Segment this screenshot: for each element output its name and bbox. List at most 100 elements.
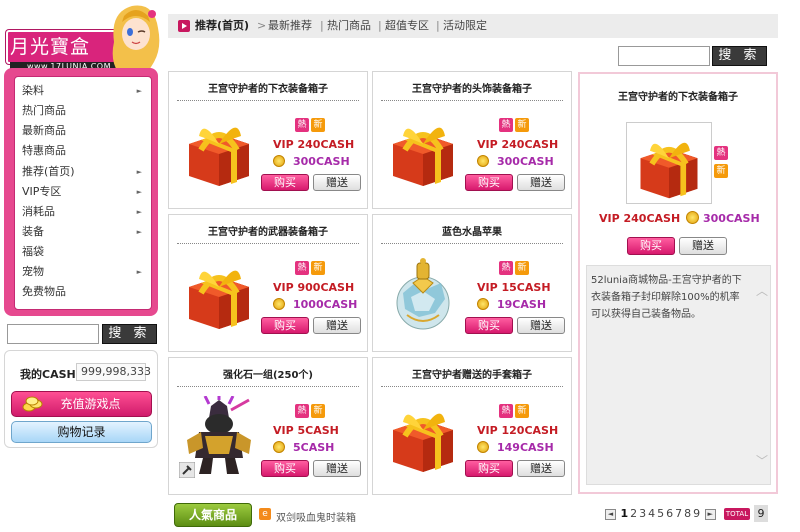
nav-separator: |	[320, 19, 324, 32]
hot-badge: 熱	[714, 146, 728, 160]
sidebar-item-free[interactable]: 免费物品	[22, 282, 142, 302]
nav-separator: |	[378, 19, 382, 32]
nav-hot-products[interactable]: 热门商品	[327, 18, 371, 34]
normal-price: 19CASH	[497, 298, 547, 311]
page-link[interactable]: 7	[674, 507, 683, 520]
page-link[interactable]: 6	[665, 507, 674, 520]
product-title[interactable]: 蓝色水晶苹果	[373, 223, 571, 238]
page-link[interactable]: 4	[647, 507, 656, 520]
gift-box-icon	[640, 142, 698, 199]
new-badge: 新	[311, 404, 325, 418]
gift-button[interactable]: 赠送	[313, 174, 361, 191]
sidebar-item-dye[interactable]: 染料 ►	[22, 81, 142, 101]
buy-button[interactable]: 购买	[465, 317, 513, 334]
buy-button[interactable]: 购买	[465, 460, 513, 477]
buy-button[interactable]: 购买	[261, 174, 309, 191]
coin-icon	[273, 298, 285, 310]
sidebar-item-vip[interactable]: VIP专区 ►	[22, 182, 142, 202]
vip-price: VIP 5CASH	[273, 424, 339, 437]
page-link[interactable]: 9	[692, 507, 701, 520]
sidebar-item-recommended[interactable]: 推荐(首页) ►	[22, 162, 142, 182]
chevron-right-icon: ►	[136, 208, 142, 216]
page-link[interactable]: 2	[629, 507, 638, 520]
new-badge: 新	[515, 118, 529, 132]
detail-gift-button[interactable]: 赠送	[679, 237, 727, 255]
sidebar-item-lucky-bag[interactable]: 福袋	[22, 242, 142, 262]
gift-button[interactable]: 赠送	[313, 317, 361, 334]
crystal-apple-icon[interactable]	[383, 253, 463, 333]
nav-latest-recommended[interactable]: 最新推荐	[268, 18, 312, 34]
page-link[interactable]: 1	[620, 507, 630, 520]
scroll-down-icon[interactable]: ﹀	[756, 452, 768, 469]
purchase-history-button[interactable]: 购物记录	[11, 421, 152, 443]
buy-button[interactable]: 购买	[465, 174, 513, 191]
gift-button[interactable]: 赠送	[517, 174, 565, 191]
prev-page-icon[interactable]: ◄	[605, 508, 616, 520]
gift-button[interactable]: 赠送	[517, 317, 565, 334]
detail-title: 王宫守护者的下衣装备箱子	[618, 92, 738, 103]
gift-button[interactable]: 赠送	[517, 460, 565, 477]
sidebar-item-newest[interactable]: 最新商品	[22, 121, 142, 141]
nav-value-zone[interactable]: 超值专区	[385, 18, 429, 34]
sidebar-item-special[interactable]: 特惠商品	[22, 141, 142, 161]
product-title[interactable]: 强化石一组(250个)	[169, 366, 367, 381]
product-title[interactable]: 王宫守护者赠送的手套箱子	[373, 366, 571, 381]
gift-box-icon[interactable]	[179, 253, 259, 333]
hot-badge: 熱	[499, 118, 513, 132]
mascot-girl-icon	[112, 5, 160, 72]
nav-limited-events[interactable]: 活动限定	[443, 18, 487, 34]
popular-products-button[interactable]: 人氣商品	[174, 503, 252, 527]
sidebar-search-input[interactable]	[7, 324, 99, 344]
chevron-right-icon: ►	[136, 87, 142, 95]
hot-badge: 熱	[499, 404, 513, 418]
product-title[interactable]: 王宫守护者的头饰装备箱子	[373, 80, 571, 95]
coin-icon	[273, 441, 285, 453]
nav-recommended[interactable]: 推荐(首页)	[195, 18, 249, 34]
sidebar-item-label: 热门商品	[22, 104, 66, 117]
sidebar-item-label: 宠物	[22, 265, 44, 278]
product-card: 强化石一组(250个) 熱 新 VIP 5CASH 5CASH 购买 赠送	[168, 357, 368, 495]
next-page-icon[interactable]: ►	[704, 508, 716, 520]
sidebar-item-equipment[interactable]: 装备 ►	[22, 222, 142, 242]
sidebar-item-label: 装备	[22, 225, 44, 238]
product-card: 王宫守护者的武器装备箱子 熱 新 VIP 900CASH 1000CASH 购买…	[168, 214, 368, 352]
brand-logo[interactable]: 月光寶盒 www.17LUNIA.COM	[2, 2, 160, 72]
divider	[381, 243, 563, 244]
page-link[interactable]: 5	[656, 507, 665, 520]
product-title[interactable]: 王宫守护者的武器装备箱子	[169, 223, 367, 238]
sidebar-search-button[interactable]: 搜 索	[102, 324, 157, 344]
gift-box-icon[interactable]	[383, 110, 463, 190]
gift-box-icon[interactable]	[383, 396, 463, 476]
search-input[interactable]	[618, 46, 710, 66]
description-scrollbar[interactable]	[752, 268, 768, 482]
buy-button[interactable]: 购买	[261, 317, 309, 334]
buy-button[interactable]: 购买	[261, 460, 309, 477]
sidebar-item-label: 福袋	[22, 245, 44, 258]
divider	[381, 386, 563, 387]
sidebar-item-pets[interactable]: 宠物 ►	[22, 262, 142, 282]
sidebar-item-consumables[interactable]: 消耗品 ►	[22, 202, 142, 222]
cash-label: 我的CASH	[20, 368, 76, 381]
vip-price: VIP 240CASH	[477, 138, 559, 151]
chevron-right-icon: ►	[136, 188, 142, 196]
vip-price: VIP 240CASH	[273, 138, 355, 151]
product-card: 蓝色水晶苹果 熱 新 VIP 15CASH 19CASH 购买 赠送	[372, 214, 572, 352]
normal-price: 5CASH	[293, 441, 335, 454]
product-title[interactable]: 王宫守护者的下衣装备箱子	[169, 80, 367, 95]
detail-normal-price: 300CASH	[703, 212, 760, 225]
ad-link[interactable]: 双剑吸血鬼时装箱	[276, 509, 356, 524]
sidebar-item-label: 消耗品	[22, 205, 55, 218]
sidebar-item-label: 染料	[22, 84, 44, 97]
divider	[381, 100, 563, 101]
scroll-up-icon[interactable]: ︿	[756, 282, 768, 299]
chevron-right-icon: ►	[136, 228, 142, 236]
sidebar-item-hot[interactable]: 热门商品	[22, 101, 142, 121]
normal-price: 300CASH	[293, 155, 350, 168]
sidebar-item-label: 推荐(首页)	[22, 165, 75, 178]
detail-buy-button[interactable]: 购买	[627, 237, 675, 255]
search-button[interactable]: 搜 索	[712, 46, 767, 66]
page-link[interactable]: 8	[683, 507, 692, 520]
page-link[interactable]: 3	[638, 507, 647, 520]
gift-box-icon[interactable]	[179, 110, 259, 190]
gift-button[interactable]: 赠送	[313, 460, 361, 477]
